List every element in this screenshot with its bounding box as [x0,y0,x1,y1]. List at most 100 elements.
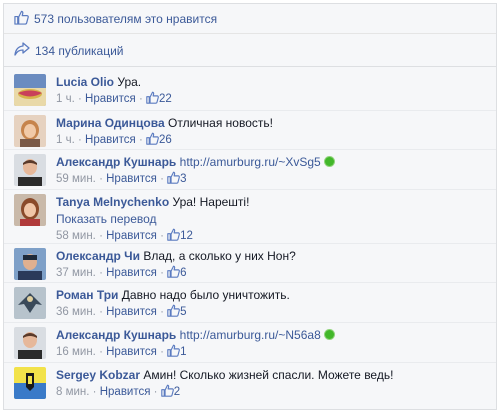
likes-summary: 573 пользователям это нравится [4,4,496,34]
comment-likes-count[interactable]: 26 [146,132,172,146]
comment-timestamp[interactable]: 8 мин. [56,386,89,398]
comment-text: Ура! Нарешті! [172,194,250,209]
comment-author-link[interactable]: Tanya Melnychenko [56,195,169,209]
comment-meta: 1 ч. · Нравится · 26 [56,132,490,151]
avatar[interactable] [14,366,46,399]
comment-timestamp[interactable]: 1 ч. [56,93,75,105]
comment-line: Sergey Kobzar Амин! Сколько жизней спасл… [56,367,490,384]
comment-likes-number: 26 [159,133,172,146]
online-dot-icon [324,329,334,339]
comment-likes-number: 5 [180,306,187,319]
meta-separator: · [99,173,103,186]
likes-text-link[interactable]: пользователям это нравится [57,12,217,26]
comment-likes-count[interactable]: 5 [167,305,187,319]
comment-likes-number: 3 [180,173,187,186]
avatar[interactable] [14,287,46,320]
comment-meta: 59 мин. · Нравится · 3 [56,171,490,190]
comment-likes-number: 12 [180,229,193,242]
shares-text-link[interactable]: публикаций [58,44,123,58]
online-dot-icon [324,157,334,167]
comment-body: Tanya Melnychenko Ура! Нарешті! Показать … [56,194,490,247]
like-comment-link[interactable]: Нравится [106,230,157,242]
thumbs-up-icon [160,384,174,403]
comment-author-link[interactable]: Sergey Kobzar [56,368,140,382]
thumbs-up-icon [14,10,29,28]
shares-count-link[interactable]: 134 [35,44,55,58]
comment-timestamp[interactable]: 59 мин. [56,173,96,185]
meta-separator: · [160,229,164,242]
comment-text: Влад, а сколько у них Нон? [143,248,296,263]
comment-author-link[interactable]: Роман Три [56,288,118,302]
meta-separator: · [99,345,103,358]
comment-list: Lucia Olio Ура. 1 ч. · Нравится · 22 Марин… [4,70,496,401]
thumbs-up-icon [167,344,181,363]
avatar[interactable] [14,154,46,187]
comment-timestamp[interactable]: 16 мин. [56,346,96,358]
comment-timestamp[interactable]: 36 мин. [56,306,96,318]
comment-text: Амин! Сколько жизней спасли. Можете ведь… [143,367,394,382]
comment-line: Александр Кушнарь http://amurburg.ru/~N5… [56,327,490,344]
comment-text: Ура. [117,75,142,89]
comment-meta: 1 ч. · Нравится · 22 [56,91,490,110]
comment-meta: 8 мин. · Нравится · 2 [56,384,490,403]
comment-line: Олександр Чи Влад, а сколько у них Нон? [56,248,490,265]
comment-likes-count[interactable]: 2 [160,384,181,398]
meta-separator: · [160,266,164,279]
meta-separator: · [99,229,103,242]
avatar[interactable] [14,326,46,359]
meta-separator: · [138,133,143,146]
comment-body: Александр Кушнарь http://amurburg.ru/~Xv… [56,154,490,190]
comment-meta: 37 мин. · Нравится · 6 [56,265,490,284]
likes-count-link[interactable]: 573 [34,12,54,26]
comment-likes-count[interactable]: 3 [167,171,187,186]
comment-line: Александр Кушнарь http://amurburg.ru/~Xv… [56,154,490,171]
comment-line: Марина Одинцова Отличная новость! [56,115,490,132]
avatar[interactable] [14,114,46,147]
comment-timestamp[interactable]: 58 мин. [56,230,96,242]
thumbs-up-icon [146,132,159,151]
comment-item: Tanya Melnychenko Ура! Нарешті! Показать … [4,188,496,243]
meta-separator: · [99,306,103,319]
comment-likes-count[interactable]: 1 [167,344,187,358]
comment-likes-number: 2 [173,385,181,398]
meta-separator: · [77,93,82,105]
comment-timestamp[interactable]: 37 мин. [56,267,96,279]
comment-likes-count[interactable]: 6 [167,265,187,279]
comment-body: Марина Одинцова Отличная новость! 1 ч. · … [56,115,490,151]
avatar[interactable] [14,193,46,226]
like-comment-link[interactable]: Нравится [85,93,136,105]
meta-separator: · [138,93,143,105]
thumbs-up-icon [167,265,181,284]
comment-line: Роман Три Давно надо было уничтожить. [56,287,490,304]
shares-summary: 134 публикаций [4,35,496,67]
comments-panel: 573 пользователям это нравится 134 публи… [3,3,497,410]
comment-likes-number: 1 [180,345,187,358]
comment-author-link[interactable]: Александр Кушнарь [56,328,176,342]
comment-text: Давно надо было уничтожить. [121,288,290,303]
avatar[interactable] [14,247,46,280]
show-translation-link[interactable]: Показать перевод [56,211,490,228]
comment-author-link[interactable]: Александр Кушнарь [56,155,176,169]
comment-body: Роман Три Давно надо было уничтожить. 36 … [56,287,490,323]
comment-item: Олександр Чи Влад, а сколько у них Нон? 3… [4,242,496,284]
comment-timestamp[interactable]: 1 ч. [56,134,75,146]
comment-item: Александр Кушнарь http://amurburg.ru/~Xv… [4,149,496,189]
comment-author-link[interactable]: Lucia Olio [56,75,114,89]
comment-url-link[interactable]: http://amurburg.ru/~N56a8 [180,328,321,342]
comment-author-link[interactable]: Марина Одинцова [56,116,165,130]
thumbs-up-icon [146,91,159,110]
meta-separator: · [160,306,164,319]
like-comment-link[interactable]: Нравится [106,267,157,279]
comment-likes-number: 22 [159,93,172,105]
like-comment-link[interactable]: Нравится [106,306,157,318]
comment-likes-count[interactable]: 22 [146,91,172,105]
comment-author-link[interactable]: Олександр Чи [56,249,140,263]
comment-url-link[interactable]: http://amurburg.ru/~XvSg5 [180,155,321,169]
like-comment-link[interactable]: Нравится [106,173,157,185]
like-comment-link[interactable]: Нравится [100,386,151,398]
like-comment-link[interactable]: Нравится [85,134,136,146]
comment-likes-count[interactable]: 12 [167,228,193,242]
avatar[interactable] [14,74,46,106]
like-comment-link[interactable]: Нравится [106,346,157,358]
comment-body: Sergey Kobzar Амин! Сколько жизней спасл… [56,367,490,403]
